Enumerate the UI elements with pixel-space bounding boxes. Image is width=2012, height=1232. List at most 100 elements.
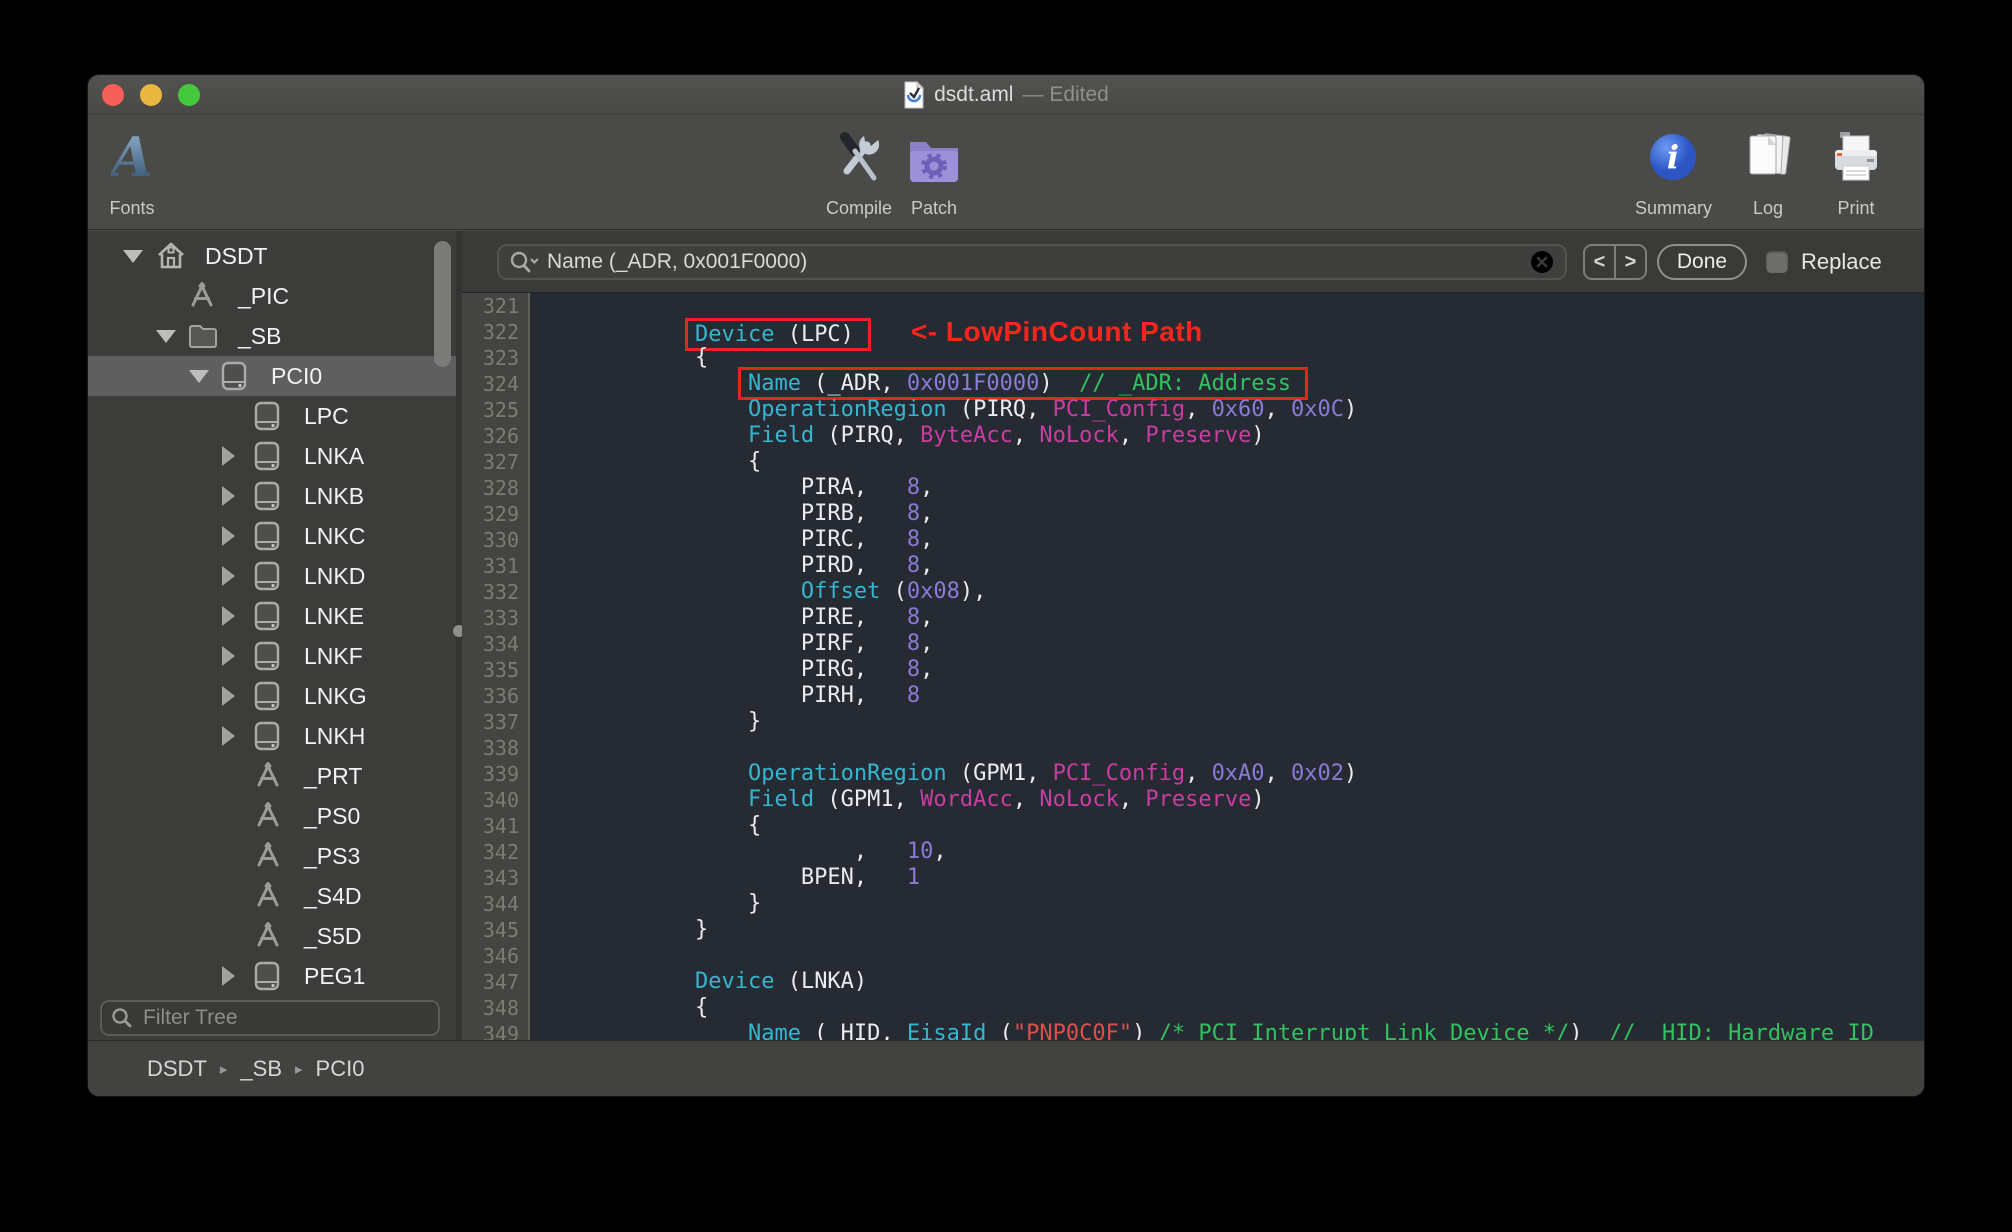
tree-item-dsdt[interactable]: DSDT	[88, 236, 456, 276]
line-text	[530, 293, 589, 319]
sidebar-scrollbar-thumb[interactable]	[434, 241, 451, 367]
disclosure-triangle-icon[interactable]	[189, 369, 221, 383]
breadcrumb-item[interactable]: _SB	[240, 1056, 282, 1082]
device-icon	[254, 681, 286, 711]
home-icon	[155, 241, 187, 271]
tree-item-_prt[interactable]: _PRT	[88, 756, 456, 796]
device-icon	[254, 481, 286, 511]
tree-item-lnkh[interactable]: LNKH	[88, 716, 456, 756]
tree-item-label: LNKG	[304, 682, 367, 709]
disclosure-triangle-icon[interactable]	[222, 726, 254, 746]
line-text	[530, 943, 589, 969]
filter-tree-input[interactable]	[133, 1006, 438, 1030]
toolbar-item-label: Compile	[826, 198, 893, 218]
disclosure-triangle-icon[interactable]	[222, 486, 254, 506]
method-icon	[254, 922, 286, 950]
summary-button[interactable]: i Summary	[1635, 125, 1712, 219]
done-button[interactable]: Done	[1657, 244, 1747, 280]
code-line: 339 OperationRegion (GPM1, PCI_Config, 0…	[462, 761, 1924, 787]
disclosure-triangle-icon[interactable]	[156, 329, 188, 343]
tree-item-label: LNKB	[304, 482, 365, 509]
tree-item-lnka[interactable]: LNKA	[88, 436, 456, 476]
device-icon	[254, 521, 286, 551]
disclosure-triangle-icon[interactable]	[222, 966, 254, 986]
disclosure-triangle-icon[interactable]	[222, 606, 254, 626]
print-button[interactable]: Print	[1824, 125, 1888, 219]
search-input[interactable]	[539, 250, 1529, 274]
line-number: 348	[462, 995, 530, 1021]
disclosure-triangle-icon[interactable]	[222, 686, 254, 706]
device-icon	[254, 561, 286, 591]
log-button[interactable]: Log	[1736, 125, 1800, 219]
device-icon	[254, 601, 286, 631]
code-line: 340 Field (GPM1, WordAcc, NoLock, Preser…	[462, 787, 1924, 813]
tree-item-_ps0[interactable]: _PS0	[88, 796, 456, 836]
tree-item-label: _S4D	[304, 882, 362, 909]
tree-item-label: LNKH	[304, 722, 366, 749]
app-window: dsdt.aml — Edited A Fonts Compile Patch i S…	[88, 75, 1924, 1096]
find-previous-button[interactable]: <	[1585, 246, 1616, 278]
search-menu-icon[interactable]	[509, 250, 539, 274]
line-number: 331	[462, 553, 530, 579]
breadcrumb-item[interactable]: PCI0	[316, 1056, 365, 1082]
code-line: 347 Device (LNKA)	[462, 969, 1924, 995]
code-line: 349 Name (_HID, EisaId ("PNP0C0F") /* PC…	[462, 1021, 1924, 1040]
screen: { "window": { "title": "dsdt.aml", "titl…	[0, 0, 2012, 1232]
device-icon	[254, 961, 286, 991]
line-text: {	[747, 813, 762, 838]
tree-item-peg1[interactable]: PEG1	[88, 956, 456, 996]
line-number: 349	[462, 1021, 530, 1040]
line-text: , 10,	[800, 839, 947, 864]
line-text	[530, 735, 589, 761]
tree-item-lnkf[interactable]: LNKF	[88, 636, 456, 676]
tree-item-lnkb[interactable]: LNKB	[88, 476, 456, 516]
line-number: 334	[462, 631, 530, 657]
summary-icon: i	[1646, 125, 1700, 189]
tree-item-lpc[interactable]: LPC	[88, 396, 456, 436]
tree-item-pci0[interactable]: PCI0	[88, 356, 456, 396]
line-number: 325	[462, 397, 530, 423]
sidebar-tree: DSDT _PIC _SB PCI0 LPC LNKA LNKB LNKC LNKD LNKE LN…	[88, 231, 456, 996]
code-line: 342 , 10,	[462, 839, 1924, 865]
annotation-box: Device (LPC)	[684, 318, 871, 351]
replace-checkbox[interactable]	[1766, 251, 1788, 273]
method-icon	[254, 842, 286, 870]
tree-item-lnkd[interactable]: LNKD	[88, 556, 456, 596]
tree-item-_s4d[interactable]: _S4D	[88, 876, 456, 916]
method-icon	[254, 762, 286, 790]
line-text: Field (PIRQ, ByteAcc, NoLock, Preserve)	[747, 423, 1265, 448]
tree-item-_pic[interactable]: _PIC	[88, 276, 456, 316]
tree-item-lnkc[interactable]: LNKC	[88, 516, 456, 556]
disclosure-triangle-icon[interactable]	[222, 526, 254, 546]
patch-button[interactable]: Patch	[902, 125, 966, 219]
line-number: 343	[462, 865, 530, 891]
tree-item-_ps3[interactable]: _PS3	[88, 836, 456, 876]
content: DSDT _PIC _SB PCI0 LPC LNKA LNKB LNKC LNKD LNKE LN…	[88, 231, 1924, 1040]
search-field[interactable]	[497, 244, 1567, 280]
disclosure-triangle-icon[interactable]	[222, 446, 254, 466]
disclosure-triangle-icon[interactable]	[222, 646, 254, 666]
disclosure-triangle-icon[interactable]	[123, 249, 155, 263]
tree-item-lnkg[interactable]: LNKG	[88, 676, 456, 716]
line-number: 326	[462, 423, 530, 449]
code-line: 324 Name (_ADR, 0x001F0000) // _ADR: Add…	[462, 367, 1924, 400]
code-editor[interactable]: 321 322 Device (LPC) <- LowPinCount Path 32…	[462, 293, 1924, 1040]
line-text: Name (_ADR, 0x001F0000) // _ADR: Address	[530, 367, 1309, 400]
line-number: 322	[462, 319, 530, 345]
line-text: Device (LNKA)	[694, 969, 868, 994]
tree-item-label: DSDT	[205, 242, 268, 269]
breadcrumb-separator-icon: ▸	[295, 1060, 303, 1078]
tree-item-_s5d[interactable]: _S5D	[88, 916, 456, 956]
find-next-button[interactable]: >	[1616, 246, 1645, 278]
line-text: }	[747, 709, 762, 734]
disclosure-triangle-icon[interactable]	[222, 566, 254, 586]
clear-search-icon[interactable]	[1529, 249, 1555, 275]
breadcrumb-item[interactable]: DSDT	[147, 1056, 207, 1082]
fonts-button[interactable]: A Fonts	[100, 125, 164, 219]
tree-item-_sb[interactable]: _SB	[88, 316, 456, 356]
code-line: 337 }	[462, 709, 1924, 735]
compile-button[interactable]: Compile	[826, 125, 892, 219]
code-line: 325 OperationRegion (PIRQ, PCI_Config, 0…	[462, 397, 1924, 423]
tree-item-lnke[interactable]: LNKE	[88, 596, 456, 636]
line-number: 324	[462, 371, 530, 397]
